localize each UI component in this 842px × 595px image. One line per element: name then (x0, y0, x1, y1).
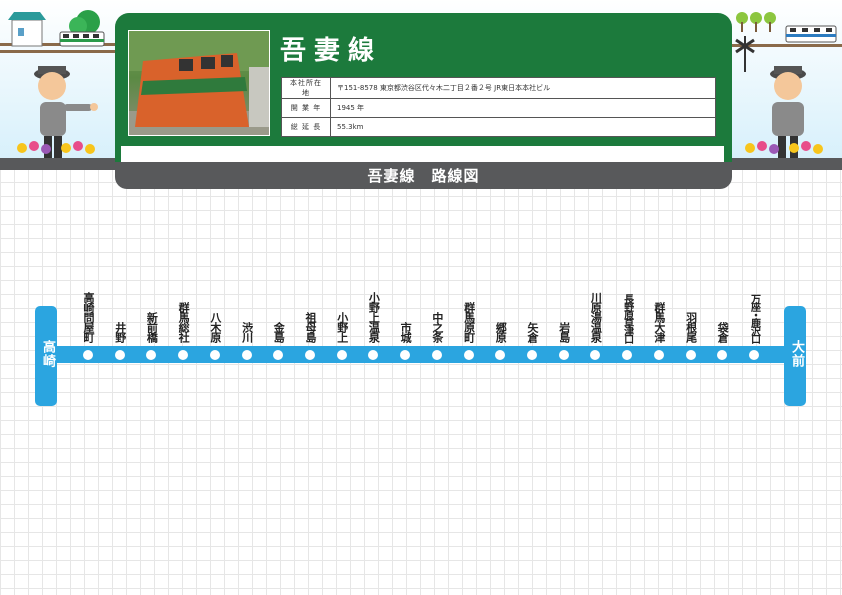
station-label: 岩島 (555, 280, 573, 342)
station-name: 万座・鹿沢口 (748, 294, 760, 342)
station-label: 万座・鹿沢口 (745, 280, 763, 342)
station-name: 郷原 (494, 322, 508, 342)
station-stop-dot (749, 349, 759, 360)
route-title: 吾妻線 路線図 (367, 167, 480, 185)
station-label: 祖母島 (301, 280, 319, 342)
info-key: 総 延 長 (281, 117, 331, 137)
terminal-start-label: 高崎 (40, 340, 55, 368)
flowers-right (745, 141, 823, 154)
train-photo (128, 30, 270, 136)
station-name: 八木原 (208, 312, 222, 342)
info-value: 〒151-8578 東京都渋谷区代々木二丁目２番２号 JR東日本本社ビル (330, 77, 716, 99)
station-name: 高崎問屋町 (82, 292, 95, 342)
station-name: 新前橋 (145, 312, 159, 342)
station-stop-dot (717, 349, 728, 360)
station-name: 矢倉 (526, 322, 539, 342)
station-name: 市城 (399, 322, 413, 342)
card-inner-strip (121, 146, 724, 162)
train-illustration (129, 31, 269, 135)
station-name: 井野 (113, 322, 127, 342)
station-name: 群馬大津 (652, 302, 666, 342)
station-label: 八木原 (206, 280, 224, 342)
station-label: 中之条 (428, 280, 446, 342)
station-stop-dot (685, 349, 696, 360)
terminal-end-label: 大前 (789, 340, 804, 368)
station-name: 袋倉 (716, 322, 730, 342)
station-stop-dot (495, 349, 506, 360)
station-name: 小野上 (335, 312, 349, 342)
station-building-scenery-left (0, 10, 120, 53)
info-key: 本社所在地 (281, 77, 331, 99)
station-stop-dot (209, 349, 220, 360)
station-stop-dot (336, 349, 347, 360)
station-label: 群馬原町 (460, 280, 478, 342)
station-stop-dot (431, 349, 442, 360)
station-stop-dot (146, 349, 157, 360)
station-label: 新前橋 (142, 280, 160, 342)
station-label: 川原湯温泉 (586, 280, 604, 342)
station-stop-dot (653, 349, 664, 360)
station-name: 渋川 (240, 322, 254, 342)
info-row: 本社所在地 〒151-8578 東京都渋谷区代々木二丁目２番２号 JR東日本本社… (281, 77, 716, 99)
station-label: 小野上 (333, 280, 351, 342)
station-name: 長野原草津口 (621, 294, 633, 342)
station-label: 矢倉 (523, 280, 541, 342)
info-row: 総 延 長 55.3km (281, 117, 716, 137)
info-row: 開 業 年 1945 年 (281, 98, 716, 118)
station-stop-dot (178, 349, 189, 360)
station-stop-dot (400, 349, 411, 360)
station-name: 岩島 (557, 322, 571, 342)
station-name: 川原湯温泉 (589, 292, 603, 342)
station-name: 群馬原町 (462, 302, 476, 342)
station-stop-dot (114, 349, 125, 360)
station-stop-dot (590, 349, 601, 360)
station-stop-dot (558, 349, 569, 360)
station-name: 祖母島 (304, 312, 317, 342)
line-title: 吾妻線 (280, 36, 383, 66)
station-label: 高崎問屋町 (79, 280, 97, 342)
info-value: 1945 年 (330, 98, 716, 118)
station-name: 金島 (272, 322, 286, 342)
station-stop-dot (622, 349, 633, 360)
flowers-left (17, 141, 95, 154)
station-name: 羽根尾 (684, 312, 698, 342)
station-label: 群馬総社 (174, 280, 192, 342)
station-label: 袋倉 (713, 280, 731, 342)
station-label: 郷原 (491, 280, 509, 342)
station-label: 羽根尾 (682, 280, 700, 342)
station-stop-dot (305, 349, 315, 360)
station-label: 群馬大津 (650, 280, 668, 342)
station-stop-dot (241, 349, 252, 360)
station-label: 長野原草津口 (618, 280, 636, 342)
station-stop-dot (83, 349, 93, 360)
info-key: 開 業 年 (281, 98, 331, 118)
station-label: 金島 (269, 280, 287, 342)
station-label: 井野 (111, 280, 129, 342)
station-name: 中之条 (430, 312, 444, 342)
station-label: 小野上温泉 (364, 280, 382, 342)
station-stop-dot (527, 349, 537, 360)
station-label: 市城 (396, 280, 414, 342)
station-name: 群馬総社 (177, 302, 191, 342)
station-stop-dot (368, 349, 379, 360)
station-name: 小野上温泉 (367, 292, 381, 342)
info-value: 55.3km (330, 117, 716, 137)
station-label: 渋川 (238, 280, 256, 342)
station-stop-dot (463, 349, 474, 360)
station-stop-dot (273, 349, 284, 360)
line-info-table: 本社所在地 〒151-8578 東京都渋谷区代々木二丁目２番２号 JR東日本本社… (281, 77, 716, 137)
